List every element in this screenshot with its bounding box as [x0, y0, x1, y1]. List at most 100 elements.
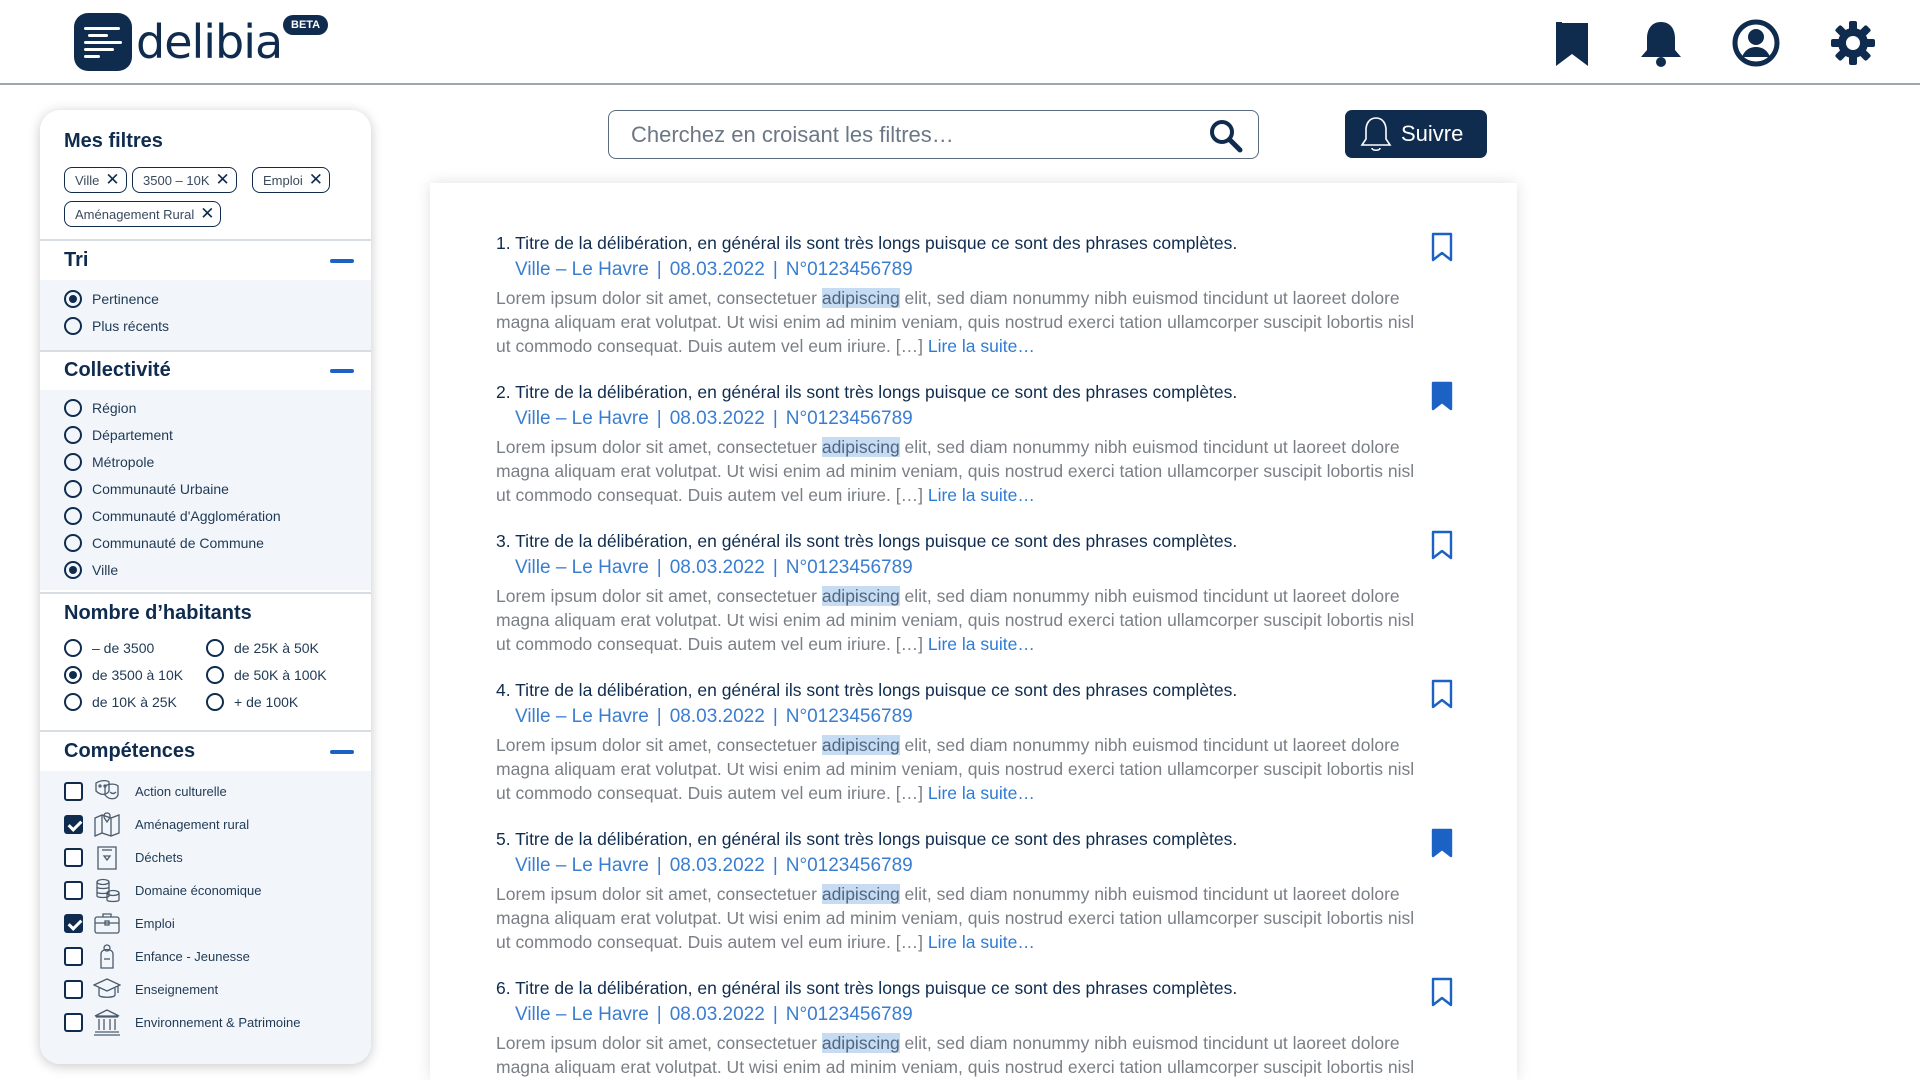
- result-date: 08.03.2022: [669, 1004, 765, 1025]
- search-highlight: adipiscing: [821, 437, 900, 457]
- gear-icon[interactable]: [1828, 18, 1878, 68]
- logo[interactable]: delibia: [74, 13, 283, 71]
- search-input[interactable]: [631, 120, 1191, 150]
- filter-chip[interactable]: Ville ✕: [64, 167, 127, 193]
- collectivite-option[interactable]: Ville: [64, 561, 118, 579]
- close-icon[interactable]: ✕: [200, 204, 214, 224]
- competence-item[interactable]: Action culturelle: [64, 777, 227, 805]
- read-more-link[interactable]: Lire la suite…: [928, 783, 1035, 803]
- divider: [40, 350, 371, 352]
- close-icon[interactable]: ✕: [309, 170, 323, 190]
- collectivite-option[interactable]: Communauté d'Agglomération: [64, 507, 281, 525]
- read-more-link[interactable]: Lire la suite…: [928, 336, 1035, 356]
- result-meta: Ville – Le Havre | 08.03.2022 | N°0123456789: [515, 1004, 913, 1025]
- collapse-collectivite-button[interactable]: [330, 369, 354, 373]
- filter-chip[interactable]: Emploi ✕: [252, 167, 330, 193]
- radio[interactable]: [64, 399, 82, 417]
- radio[interactable]: [64, 534, 82, 552]
- bell-icon[interactable]: [1636, 18, 1686, 68]
- competence-item[interactable]: Environnement & Patrimoine: [64, 1008, 300, 1036]
- theater-icon: [95, 779, 119, 800]
- result-title[interactable]: 1. Titre de la délibération, en général …: [496, 231, 1456, 255]
- habitants-option[interactable]: de 50K à 100K: [206, 666, 327, 684]
- radio[interactable]: [64, 426, 82, 444]
- child-icon: [100, 944, 114, 969]
- result-item: 1. Titre de la délibération, en général …: [496, 231, 1456, 358]
- filter-chip[interactable]: Aménagement Rural ✕: [64, 201, 222, 227]
- habitants-option[interactable]: de 25K à 50K: [206, 639, 319, 657]
- follow-button[interactable]: Suivre: [1345, 110, 1487, 158]
- checkbox[interactable]: [64, 979, 83, 999]
- checkbox[interactable]: [64, 1012, 83, 1032]
- collectivite-option[interactable]: Communauté de Commune: [64, 534, 264, 552]
- radio[interactable]: [64, 480, 82, 498]
- competence-label: Aménagement rural: [135, 816, 250, 832]
- user-icon[interactable]: [1731, 18, 1781, 68]
- competence-item[interactable]: Domaine économique: [64, 876, 261, 904]
- radio[interactable]: [206, 693, 224, 711]
- sort-option-pertinence[interactable]: Pertinence: [64, 290, 159, 308]
- bookmark-outline-icon[interactable]: [1430, 232, 1454, 262]
- result-number: N°0123456789: [785, 1004, 913, 1025]
- result-title[interactable]: 5. Titre de la délibération, en général …: [496, 827, 1456, 851]
- collapse-sort-button[interactable]: [330, 259, 354, 263]
- checkbox-checked[interactable]: [64, 814, 83, 834]
- result-title[interactable]: 6. Titre de la délibération, en général …: [496, 976, 1456, 1000]
- radio[interactable]: [64, 453, 82, 471]
- bookmark-outline-icon[interactable]: [1430, 679, 1454, 709]
- radio-selected[interactable]: [64, 666, 82, 684]
- option-label: Ville: [92, 562, 119, 578]
- competence-item[interactable]: Enfance - Jeunesse: [64, 942, 250, 970]
- radio[interactable]: [206, 666, 224, 684]
- habitants-option[interactable]: de 3500 à 10K: [64, 666, 183, 684]
- radio[interactable]: [206, 639, 224, 657]
- close-icon[interactable]: ✕: [105, 170, 119, 190]
- collectivite-option[interactable]: Région: [64, 399, 136, 417]
- competence-item[interactable]: Enseignement: [64, 975, 218, 1003]
- collectivite-option[interactable]: Métropole: [64, 453, 154, 471]
- bookmark-icon[interactable]: [1548, 18, 1598, 68]
- competence-item[interactable]: Déchets: [64, 843, 183, 871]
- search-icon[interactable]: [1208, 118, 1244, 154]
- checkbox[interactable]: [64, 847, 83, 867]
- checkbox-checked[interactable]: [64, 913, 83, 933]
- bookmark-outline-icon[interactable]: [1430, 530, 1454, 560]
- radio[interactable]: [64, 317, 82, 335]
- bell-outline-icon: [1360, 117, 1392, 152]
- read-more-link[interactable]: Lire la suite…: [928, 932, 1035, 952]
- result-number: N°0123456789: [785, 259, 913, 280]
- radio-selected[interactable]: [64, 290, 82, 308]
- habitants-option[interactable]: + de 100K: [206, 693, 298, 711]
- habitants-title: Nombre d’habitants: [64, 602, 252, 624]
- filter-chip[interactable]: 3500 – 10K ✕: [132, 167, 237, 193]
- collectivite-option[interactable]: Département: [64, 426, 173, 444]
- read-more-link[interactable]: Lire la suite…: [928, 485, 1035, 505]
- result-place: Ville – Le Havre: [515, 1004, 649, 1025]
- bookmark-filled-icon[interactable]: [1430, 381, 1454, 411]
- radio[interactable]: [64, 507, 82, 525]
- radio[interactable]: [64, 693, 82, 711]
- search-highlight: adipiscing: [821, 288, 900, 308]
- habitants-option[interactable]: de 10K à 25K: [64, 693, 177, 711]
- bookmark-outline-icon[interactable]: [1430, 977, 1454, 1007]
- result-meta: Ville – Le Havre | 08.03.2022 | N°0123456789: [515, 408, 913, 429]
- result-title[interactable]: 2. Titre de la délibération, en général …: [496, 380, 1456, 404]
- result-meta: Ville – Le Havre | 08.03.2022 | N°0123456789: [515, 259, 913, 280]
- checkbox[interactable]: [64, 781, 83, 801]
- result-title[interactable]: 3. Titre de la délibération, en général …: [496, 529, 1456, 553]
- radio-selected[interactable]: [64, 561, 82, 579]
- close-icon[interactable]: ✕: [216, 170, 230, 190]
- checkbox[interactable]: [64, 880, 83, 900]
- competence-item[interactable]: Aménagement rural: [64, 810, 249, 838]
- checkbox[interactable]: [64, 946, 83, 966]
- monument-icon: [94, 1009, 120, 1036]
- sort-option-recent[interactable]: Plus récents: [64, 317, 169, 335]
- competence-item[interactable]: Emploi: [64, 909, 175, 937]
- collectivite-option[interactable]: Communauté Urbaine: [64, 480, 229, 498]
- collapse-competences-button[interactable]: [330, 750, 354, 754]
- read-more-link[interactable]: Lire la suite…: [928, 634, 1035, 654]
- result-title[interactable]: 4. Titre de la délibération, en général …: [496, 678, 1456, 702]
- bookmark-filled-icon[interactable]: [1430, 828, 1454, 858]
- radio[interactable]: [64, 639, 82, 657]
- habitants-option[interactable]: – de 3500: [64, 639, 154, 657]
